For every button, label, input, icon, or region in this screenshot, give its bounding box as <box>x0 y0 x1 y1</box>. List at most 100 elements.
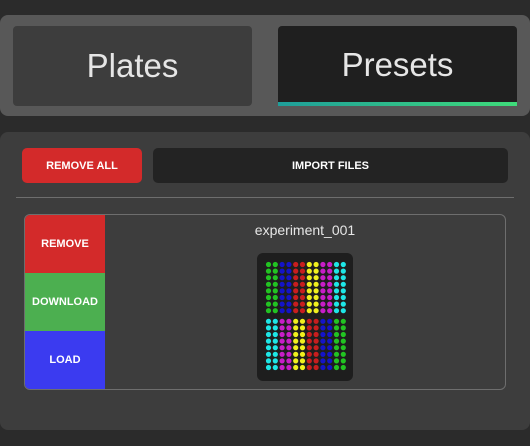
plate-well <box>272 308 278 314</box>
plate-wells-graphic <box>265 261 346 371</box>
remove-preset-button[interactable]: REMOVE <box>25 215 105 273</box>
plate-well <box>327 331 333 338</box>
download-preset-button[interactable]: DOWNLOAD <box>25 273 105 331</box>
plate-well <box>272 331 278 338</box>
plate-well <box>279 294 285 301</box>
presets-panel: REMOVE ALL IMPORT FILES REMOVE DOWNLOAD … <box>0 132 530 430</box>
plate-well <box>272 318 278 324</box>
plate-well <box>320 301 326 307</box>
plate-well <box>313 345 319 351</box>
plate-well <box>279 308 285 314</box>
plate-well <box>333 364 340 371</box>
plate-well <box>313 351 319 357</box>
plate-well <box>286 294 292 301</box>
plate-well <box>293 325 299 331</box>
plate-well <box>286 345 292 351</box>
plate-well <box>306 351 312 357</box>
plate-well <box>320 351 326 357</box>
plate-well <box>327 364 333 371</box>
plate-well <box>279 261 285 268</box>
plate-well <box>279 351 285 357</box>
plate-well <box>286 281 292 287</box>
plate-well <box>306 301 312 307</box>
plate-well <box>272 275 278 281</box>
tab-presets[interactable]: Presets <box>278 26 517 106</box>
plate-well <box>313 325 319 331</box>
plate-well <box>313 308 319 314</box>
plate-well <box>272 301 278 307</box>
plate-well <box>279 331 285 338</box>
plate-well <box>327 308 333 314</box>
plate-well <box>293 281 299 287</box>
plate-well <box>320 281 326 287</box>
plate-well <box>293 351 299 357</box>
plate-well <box>306 281 312 287</box>
import-files-button[interactable]: IMPORT FILES <box>153 148 508 183</box>
tab-plates-label: Plates <box>86 47 179 84</box>
plate-well <box>299 268 306 274</box>
plate-well <box>265 338 272 344</box>
plate-well <box>340 275 346 281</box>
plate-well <box>327 261 333 268</box>
plate-well <box>333 338 340 344</box>
plate-well <box>265 364 272 371</box>
plate-well <box>327 351 333 357</box>
plate-well <box>279 325 285 331</box>
plate-well <box>333 268 340 274</box>
plate-well <box>293 318 299 324</box>
plate-well <box>306 364 312 371</box>
plate-well <box>306 294 312 301</box>
plate-well <box>279 268 285 274</box>
plate-well <box>279 275 285 281</box>
plate-well <box>327 275 333 281</box>
plate-well <box>313 294 319 301</box>
plate-well <box>327 288 333 294</box>
plate-well <box>279 301 285 307</box>
plate-well <box>286 275 292 281</box>
plate-well <box>286 364 292 371</box>
plate-well <box>299 358 306 364</box>
plate-well <box>320 318 326 324</box>
plate-well <box>333 308 340 314</box>
plate-well <box>320 338 326 344</box>
plate-well <box>306 318 312 324</box>
plate-well <box>313 268 319 274</box>
plate-well <box>320 294 326 301</box>
plate-well <box>340 358 346 364</box>
plate-well <box>265 288 272 294</box>
plate-well <box>340 338 346 344</box>
plate-well <box>265 351 272 357</box>
plate-well <box>286 308 292 314</box>
plate-well <box>293 345 299 351</box>
plate-well <box>340 294 346 301</box>
plate-well <box>333 318 340 324</box>
plate-well <box>306 345 312 351</box>
divider <box>16 197 514 198</box>
plate-well <box>299 261 306 268</box>
plate-well <box>313 288 319 294</box>
plate-well <box>327 338 333 344</box>
plate-well <box>306 275 312 281</box>
plate-well <box>299 281 306 287</box>
plate-well <box>299 331 306 338</box>
plate-well <box>340 331 346 338</box>
plate-well <box>272 358 278 364</box>
plate-well <box>340 351 346 357</box>
plate-well <box>265 325 272 331</box>
plate-well <box>272 294 278 301</box>
plate-well <box>293 308 299 314</box>
plate-well <box>279 318 285 324</box>
plate-well <box>272 351 278 357</box>
plate-well <box>279 345 285 351</box>
plate-well <box>265 261 272 268</box>
plate-well <box>327 301 333 307</box>
load-preset-button[interactable]: LOAD <box>25 331 105 389</box>
remove-all-button[interactable]: REMOVE ALL <box>22 148 142 183</box>
plate-well <box>299 318 306 324</box>
tab-plates[interactable]: Plates <box>13 26 252 106</box>
plate-well <box>340 301 346 307</box>
plate-well <box>327 268 333 274</box>
plate-well <box>265 281 272 287</box>
plate-well <box>340 345 346 351</box>
active-tab-indicator <box>278 102 517 106</box>
